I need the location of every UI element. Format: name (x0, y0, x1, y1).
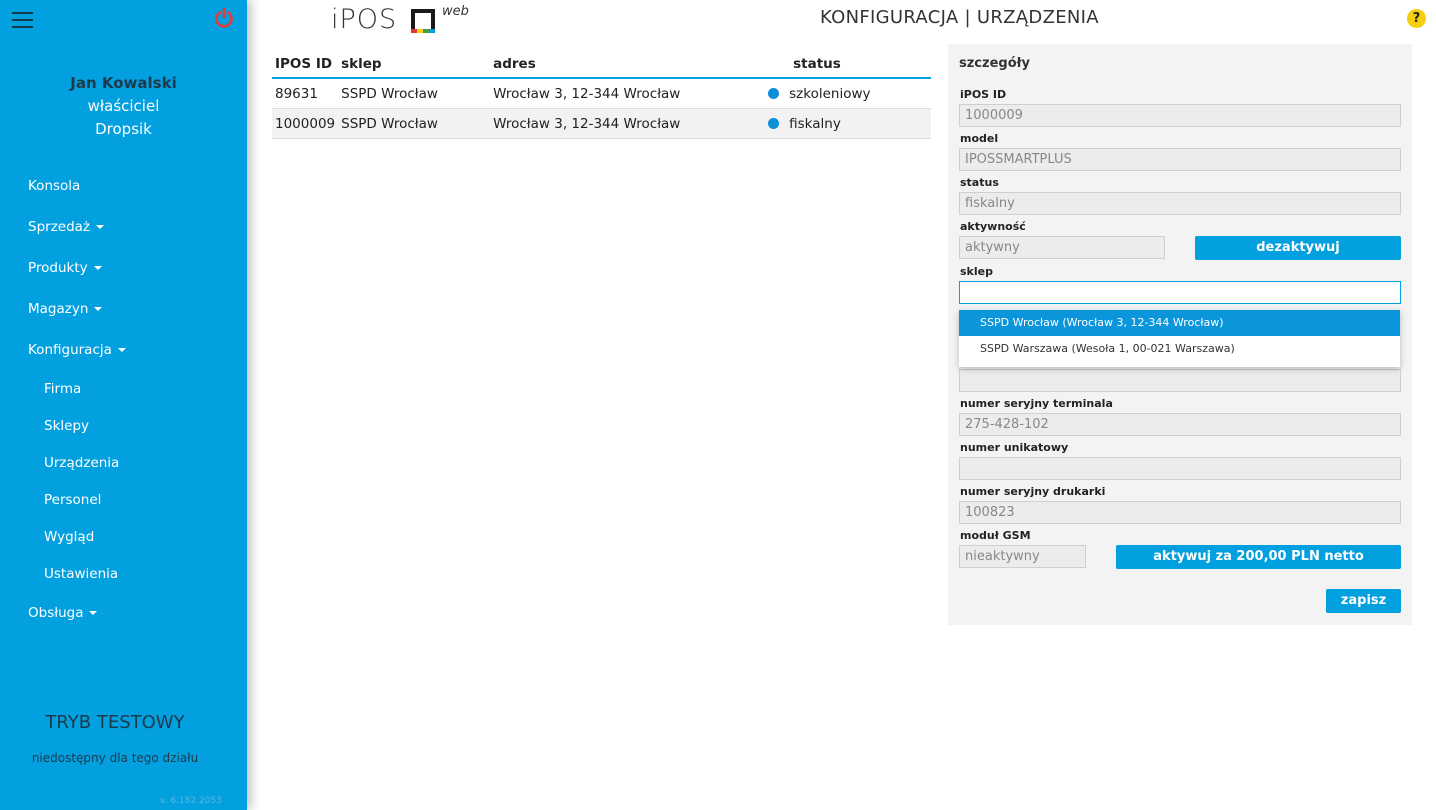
status-field (959, 192, 1401, 215)
logo-square-icon (411, 9, 435, 33)
hidden-field (959, 369, 1401, 392)
sidebar-item-label: Magazyn (28, 301, 89, 317)
save-button[interactable]: zapisz (1326, 589, 1401, 613)
cell-shop: SSPD Wrocław (338, 108, 491, 139)
terminal-serial-label: numer seryjny terminala (960, 397, 1113, 410)
user-company: Dropsik (95, 120, 152, 138)
caret-down-icon (117, 348, 126, 352)
sidebar-subitem-wyglad[interactable]: Wygląd (44, 529, 94, 545)
cell-status: fiskalny (768, 108, 931, 139)
shop-option[interactable]: SSPD Wrocław (Wrocław 3, 12-344 Wrocław) (959, 310, 1400, 336)
sidebar-item-konfiguracja[interactable]: Konfiguracja (28, 342, 126, 358)
status-text: fiskalny (789, 116, 841, 132)
sidebar-item-sprzedaz[interactable]: Sprzedaż (28, 219, 105, 235)
table-header-row: IPOS ID sklep adres status (272, 52, 931, 79)
sidebar-subitem-firma[interactable]: Firma (44, 381, 81, 397)
user-name: Jan Kowalski (70, 74, 177, 92)
logo-text: iPOS (331, 4, 398, 35)
status-label: status (960, 176, 999, 189)
sidebar-item-label: Konsola (28, 178, 81, 194)
page-title: KONFIGURACJA | URZĄDZENIA (820, 7, 1099, 28)
sidebar-item-label: Konfiguracja (28, 342, 112, 358)
user-role: właściciel (87, 97, 160, 115)
activity-label: aktywność (960, 220, 1026, 233)
column-header-status[interactable]: status (790, 52, 931, 79)
cell-shop: SSPD Wrocław (338, 78, 491, 109)
sidebar-item-konsola[interactable]: Konsola (28, 178, 80, 194)
column-header-ipos-id[interactable]: IPOS ID (272, 52, 339, 79)
sidebar-item-label: Produkty (28, 260, 88, 276)
deactivate-button[interactable]: dezaktywuj (1195, 236, 1401, 260)
gsm-field (959, 545, 1086, 568)
shop-select-input[interactable] (959, 281, 1401, 304)
activate-gsm-button[interactable]: aktywuj za 200,00 PLN netto (1116, 545, 1401, 569)
shop-dropdown: SSPD Wrocław (Wrocław 3, 12-344 Wrocław)… (959, 310, 1400, 367)
devices-table: IPOS ID sklep adres status 89631 SSPD Wr… (272, 52, 931, 139)
printer-serial-label: numer seryjny drukarki (960, 485, 1106, 498)
power-icon[interactable] (213, 7, 235, 29)
cell-ipos-id: 89631 (272, 78, 339, 109)
user-info: Jan Kowalski właściciel Dropsik (0, 72, 247, 141)
app-logo: iPOS web (331, 4, 469, 36)
status-text: szkoleniowy (789, 86, 871, 102)
shop-option[interactable]: SSPD Warszawa (Wesoła 1, 00-021 Warszawa… (959, 336, 1400, 362)
test-mode-title: TRYB TESTOWY (45, 712, 185, 733)
details-title: szczegóły (959, 56, 1030, 71)
column-header-sklep[interactable]: sklep (338, 52, 491, 79)
sidebar-subitem-ustawienia[interactable]: Ustawienia (44, 566, 118, 582)
table-row[interactable]: 89631 SSPD Wrocław Wrocław 3, 12-344 Wro… (272, 78, 931, 109)
cell-address: Wrocław 3, 12-344 Wrocław (490, 108, 791, 139)
ipos-id-field (959, 104, 1401, 127)
sidebar: Jan Kowalski właściciel Dropsik Konsola … (0, 0, 247, 810)
version-label: v. 6.182.2053 (160, 796, 222, 806)
hamburger-menu-icon[interactable] (12, 12, 33, 28)
model-field (959, 148, 1401, 171)
logo-suffix: web (442, 4, 469, 19)
cell-address: Wrocław 3, 12-344 Wrocław (490, 78, 791, 109)
caret-down-icon (96, 225, 105, 229)
ipos-id-label: iPOS ID (960, 88, 1007, 101)
printer-serial-field (959, 501, 1401, 524)
test-mode-subtitle: niedostępny dla tego działu (31, 751, 199, 765)
help-icon[interactable]: ? (1407, 9, 1426, 28)
table-row[interactable]: 1000009 SSPD Wrocław Wrocław 3, 12-344 W… (272, 108, 931, 139)
terminal-serial-field (959, 413, 1401, 436)
sidebar-item-magazyn[interactable]: Magazyn (28, 301, 103, 317)
model-label: model (960, 132, 999, 145)
unique-number-field (959, 457, 1401, 480)
cell-status: szkoleniowy (768, 78, 931, 109)
cell-ipos-id: 1000009 (272, 108, 339, 139)
sidebar-item-produkty[interactable]: Produkty (28, 260, 102, 276)
sidebar-item-label: Sprzedaż (28, 219, 91, 235)
caret-down-icon (94, 307, 103, 311)
unique-number-label: numer unikatowy (960, 441, 1069, 454)
caret-down-icon (93, 266, 102, 270)
sidebar-item-label: Obsługa (28, 605, 84, 621)
gsm-label: moduł GSM (960, 529, 1031, 542)
sidebar-subitem-sklepy[interactable]: Sklepy (44, 418, 89, 434)
shop-label: sklep (960, 265, 993, 278)
caret-down-icon (89, 611, 98, 615)
sidebar-item-obsluga[interactable]: Obsługa (28, 605, 98, 621)
activity-field (959, 236, 1165, 259)
sidebar-subitem-personel[interactable]: Personel (44, 492, 101, 508)
column-header-adres[interactable]: adres (490, 52, 791, 79)
sidebar-subitem-urzadzenia[interactable]: Urządzenia (44, 455, 119, 471)
